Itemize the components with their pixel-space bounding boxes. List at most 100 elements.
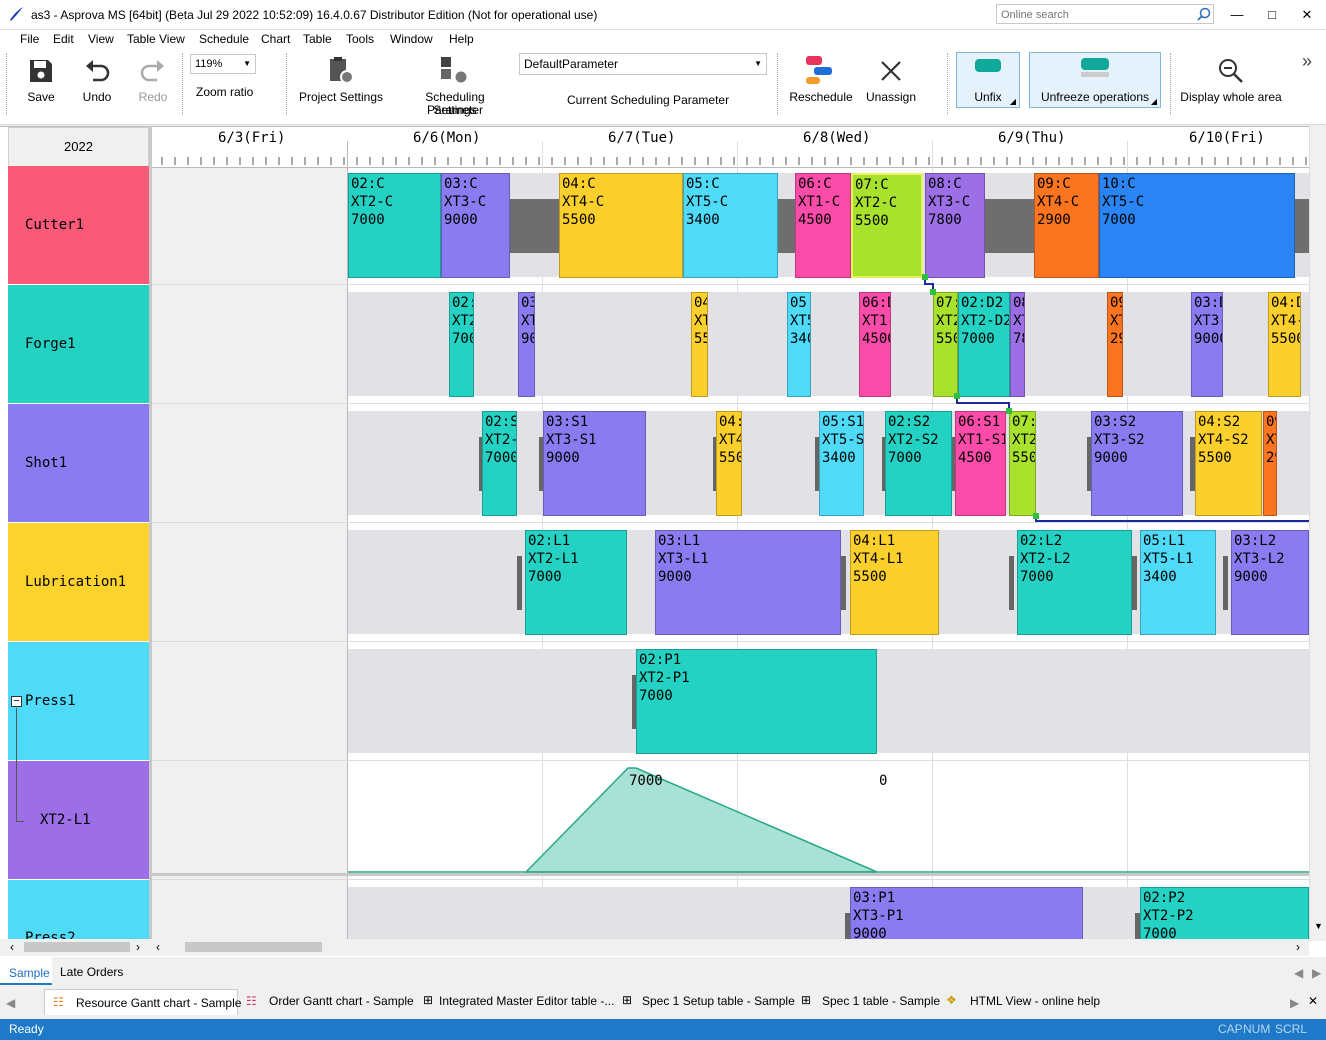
operation-bar[interactable]: 03:P1 XT3-P1 9000: [850, 887, 1083, 941]
operation-bar[interactable]: 06:S1 XT1-S1 4500: [955, 411, 1006, 516]
unfix-button[interactable]: Unfix ◢: [956, 52, 1020, 108]
menu-tools[interactable]: Tools: [346, 31, 374, 47]
scheduling-parameter-settings-button[interactable]: Scheduling Parameter Settings: [396, 55, 514, 117]
menu-window[interactable]: Window: [390, 31, 433, 47]
operation-bar[interactable]: 02:D2 XT2-D2 7000: [958, 292, 1010, 397]
unfreeze-icon: [1081, 58, 1109, 77]
view-tab-resource-gantt[interactable]: ☷ Resource Gantt chart - Sample: [44, 989, 241, 1015]
operation-item: XT4-D1: [694, 313, 707, 329]
close-view-icon[interactable]: ✕: [1308, 994, 1318, 1008]
operation-bar[interactable]: 03:S1 XT3-S1 9000: [543, 411, 646, 516]
reschedule-button[interactable]: Reschedule: [788, 55, 854, 105]
vertical-scrollbar[interactable]: ▼: [1309, 126, 1326, 941]
operation-bar[interactable]: 02:S1 XT2-S1 7000: [482, 411, 517, 516]
maximize-button[interactable]: □: [1261, 6, 1283, 24]
operation-item: XT4-C: [1037, 194, 1080, 210]
zoom-ratio-combo[interactable]: 119% ▼: [190, 54, 256, 74]
scroll-thumb[interactable]: [24, 942, 130, 952]
online-search-box[interactable]: [996, 4, 1214, 24]
scroll-thumb[interactable]: [185, 942, 322, 952]
resource-shot1[interactable]: Shot1: [8, 404, 149, 523]
operation-bar[interactable]: 04:C XT4-C 5500: [559, 173, 683, 278]
collapse-toggle-icon[interactable]: −: [11, 696, 22, 707]
ribbon-overflow-icon[interactable]: »: [1302, 51, 1312, 72]
operation-bar[interactable]: 04:L1 XT4-L1 5500: [850, 530, 939, 635]
tab-scroll-left-icon[interactable]: ◀: [1294, 966, 1303, 980]
operation-bar[interactable]: 04:S2 XT4-S2 5500: [1195, 411, 1262, 516]
operation-bar[interactable]: 02:P1 XT2-P1 7000: [636, 649, 877, 754]
operation-bar[interactable]: 03:D1 XT3-D1 9000: [518, 292, 535, 397]
menu-file[interactable]: File: [20, 31, 39, 47]
scroll-down-icon[interactable]: ▼: [1314, 921, 1323, 931]
redo-button[interactable]: Redo: [132, 55, 174, 105]
horizontal-scrollbar[interactable]: ‹ › ‹ ›: [0, 939, 1309, 956]
search-input[interactable]: [1001, 7, 1191, 22]
operation-bar[interactable]: 02:L1 XT2-L1 7000: [525, 530, 627, 635]
operation-bar[interactable]: 07:D1 XT2-D1 5500: [933, 292, 958, 397]
resource-forge1[interactable]: Forge1: [8, 285, 149, 404]
operation-bar[interactable]: 02:P2 XT2-P2 7000: [1140, 887, 1309, 941]
operation-bar[interactable]: 04:D2 XT4-D2 5500: [1268, 292, 1301, 397]
project-settings-button[interactable]: Project Settings: [298, 55, 384, 105]
close-button[interactable]: ✕: [1296, 6, 1318, 24]
operation-bar[interactable]: 10:C XT5-C 7000: [1099, 173, 1295, 278]
operation-bar[interactable]: 03:L2 XT3-L2 9000: [1231, 530, 1309, 635]
operation-bar[interactable]: 07:S1 XT2-S1 5500: [1009, 411, 1036, 516]
operation-code: 06:D1: [862, 295, 890, 311]
menu-schedule[interactable]: Schedule: [199, 31, 249, 47]
scroll-right-icon[interactable]: ›: [136, 940, 140, 954]
scroll-left-icon[interactable]: ‹: [10, 940, 14, 954]
operation-bar[interactable]: 06:C XT1-C 4500: [795, 173, 851, 278]
operation-bar[interactable]: 05:D1 XT5-D1 3400: [787, 292, 811, 397]
unassign-button[interactable]: Unassign: [864, 55, 918, 105]
search-icon[interactable]: [1197, 7, 1211, 21]
scroll-left-icon[interactable]: ‹: [156, 940, 160, 954]
resource-press1[interactable]: Press1: [8, 642, 149, 761]
operation-item: XT3-C: [444, 194, 487, 210]
minimize-button[interactable]: —: [1226, 6, 1248, 24]
save-button[interactable]: Save: [20, 55, 62, 105]
current-scheduling-parameter-combo[interactable]: DefaultParameter ▼: [519, 53, 767, 75]
resource-cutter1[interactable]: Cutter1: [8, 166, 149, 285]
tab-scroll-right-icon[interactable]: ▶: [1312, 966, 1321, 980]
operation-code: 02:D2: [961, 295, 1004, 311]
operation-bar[interactable]: 09:D1 XT4-D1 2900: [1107, 292, 1123, 397]
operation-bar[interactable]: 02:D1 XT2-D1 7000: [449, 292, 474, 397]
operation-bar[interactable]: 05:C XT5-C 3400: [683, 173, 778, 278]
menu-help[interactable]: Help: [449, 31, 474, 47]
unfreeze-operations-button[interactable]: Unfreeze operations ◢: [1029, 52, 1161, 108]
undo-button[interactable]: Undo: [76, 55, 118, 105]
operation-bar[interactable]: 09:C XT4-C 2900: [1034, 173, 1099, 278]
resource-lubrication1[interactable]: Lubrication1: [8, 523, 149, 642]
operation-bar[interactable]: 06:D1 XT1-D1 4500: [859, 292, 891, 397]
operation-bar[interactable]: 04:S1 XT4-S1 5500: [716, 411, 742, 516]
operation-bar[interactable]: 03:C XT3-C 9000: [441, 173, 510, 278]
operation-bar[interactable]: 08:C XT3-C 7800: [925, 173, 985, 278]
operation-bar[interactable]: 07:C XT2-C 5500: [851, 173, 923, 278]
operation-bar[interactable]: 03:S2 XT3-S2 9000: [1091, 411, 1183, 516]
operation-bar[interactable]: 03:L1 XT3-L1 9000: [655, 530, 841, 635]
menu-edit[interactable]: Edit: [53, 31, 74, 47]
tab-sample[interactable]: Sample: [0, 957, 52, 985]
menu-chart[interactable]: Chart: [261, 31, 290, 47]
resource-xt2-l1[interactable]: XT2-L1: [8, 761, 149, 880]
operation-item: XT1-C: [798, 194, 841, 210]
operation-bar[interactable]: 03:D2 XT3-D2 9000: [1191, 292, 1223, 397]
scroll-right-icon[interactable]: ›: [1296, 940, 1300, 954]
tab-scroll-right-icon[interactable]: ▶: [1290, 996, 1299, 1010]
operation-bar[interactable]: 02:L2 XT2-L2 7000: [1017, 530, 1132, 635]
operation-bar[interactable]: 02:S2 XT2-S2 7000: [885, 411, 952, 516]
resource-press2[interactable]: Press2: [8, 880, 149, 946]
operation-bar[interactable]: 08:D1 XT3-D1 7800: [1010, 292, 1025, 397]
operation-bar[interactable]: 05:L1 XT5-L1 3400: [1140, 530, 1216, 635]
operation-bar[interactable]: 05:S1 XT5-S1 3400: [819, 411, 864, 516]
display-whole-area-button[interactable]: Display whole area: [1180, 55, 1282, 105]
operation-bar[interactable]: 04:D1 XT4-D1 5500: [691, 292, 708, 397]
scheduling-parameter-icon: [441, 57, 469, 85]
menu-table-view[interactable]: Table View: [127, 31, 185, 47]
menu-view[interactable]: View: [88, 31, 114, 47]
operation-bar[interactable]: 09:S1 XT4-S1 2900: [1263, 411, 1277, 516]
operation-bar[interactable]: 02:C XT2-C 7000: [348, 173, 441, 278]
menu-table[interactable]: Table: [303, 31, 332, 47]
tab-scroll-left-icon[interactable]: ◀: [6, 996, 15, 1010]
